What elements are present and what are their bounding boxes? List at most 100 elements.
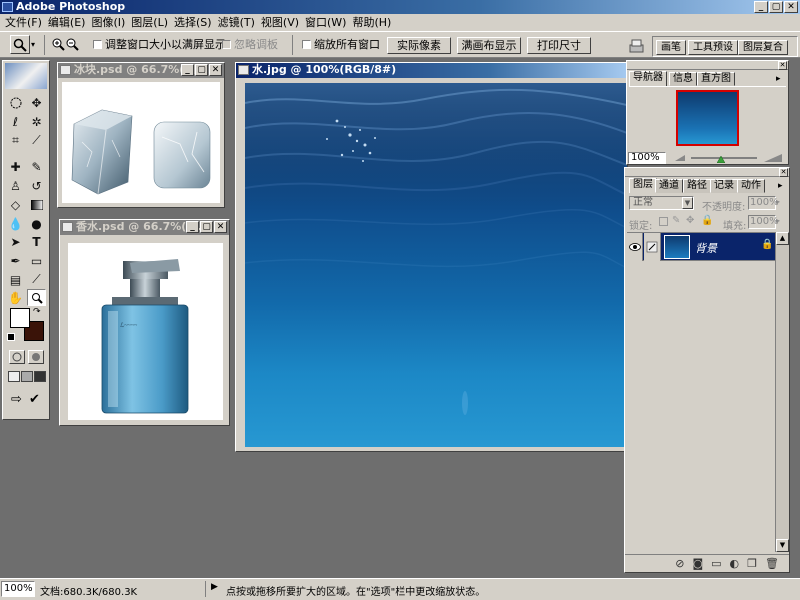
resize-windows-checkbox[interactable]: [93, 40, 102, 49]
menu-layer[interactable]: 图层(L): [128, 15, 171, 30]
status-arrow-icon[interactable]: ▶: [211, 582, 218, 592]
marquee-tool-icon[interactable]: [6, 94, 25, 111]
brush-tool-icon[interactable]: ✎: [27, 158, 46, 175]
zoom-in-large-icon[interactable]: [763, 153, 783, 163]
navigator-zoom-slider[interactable]: [691, 155, 757, 164]
type-tool-icon[interactable]: T: [27, 233, 46, 250]
dodge-tool-icon[interactable]: ●: [27, 215, 46, 232]
layer-row[interactable]: 背景 🔒: [627, 233, 775, 261]
path-selection-icon[interactable]: ➤: [6, 233, 25, 250]
blend-mode-select[interactable]: 正常 ▼: [629, 196, 694, 210]
lock-all-icon[interactable]: 🔒: [701, 215, 713, 226]
lasso-tool-icon[interactable]: ℓ: [6, 113, 25, 130]
adobe-online-logo[interactable]: [5, 63, 47, 89]
menu-image[interactable]: 图像(I): [88, 15, 128, 30]
layer-visibility-eye-icon[interactable]: [627, 233, 643, 261]
tab-history[interactable]: 记录: [710, 179, 738, 193]
panel-menu-arrow-icon[interactable]: ▸: [776, 74, 781, 84]
panel-close-button[interactable]: ✕: [778, 61, 787, 70]
move-tool-icon[interactable]: ✥: [27, 94, 46, 111]
navigator-zoom-slider-knob[interactable]: [716, 153, 726, 164]
navigator-zoom-field[interactable]: 100%: [628, 152, 666, 164]
add-mask-icon[interactable]: ◙: [692, 557, 703, 570]
magic-wand-icon[interactable]: ✲: [27, 113, 46, 130]
swap-colors-icon[interactable]: ↷: [33, 307, 41, 317]
eyedropper-icon[interactable]: ⟋: [27, 271, 46, 288]
document-title-bar[interactable]: 香水.psd @ 66.7%(图... _ ▢ ✕: [60, 220, 229, 235]
document-window-ice[interactable]: 冰块.psd @ 66.7%(图... _ ▢ ✕: [57, 62, 225, 208]
status-doc-size[interactable]: 文档:680.3K/680.3K: [40, 583, 137, 598]
blur-tool-icon[interactable]: 💧: [6, 215, 25, 232]
preset-dropdown-arrow-icon[interactable]: ▾: [31, 40, 39, 50]
status-zoom-field[interactable]: 100%: [1, 581, 35, 597]
shape-tool-icon[interactable]: ▭: [27, 252, 46, 269]
opacity-slider-arrow-icon[interactable]: ▸: [776, 196, 786, 210]
new-layer-icon[interactable]: ❐: [747, 557, 757, 570]
zoom-in-icon[interactable]: [52, 38, 66, 52]
menu-view[interactable]: 视图(V): [258, 15, 302, 30]
lock-pixels-icon[interactable]: ✎: [672, 215, 680, 226]
opacity-field[interactable]: 100%: [748, 196, 779, 210]
new-set-icon[interactable]: ▭: [711, 557, 721, 570]
screen-mode-menus-icon[interactable]: [21, 371, 33, 382]
fill-slider-arrow-icon[interactable]: ▸: [776, 215, 786, 229]
document-maximize-button[interactable]: ▢: [200, 221, 213, 233]
zoom-out-small-icon[interactable]: [673, 153, 687, 163]
tab-navigator[interactable]: 导航器: [629, 71, 667, 86]
crop-tool-icon[interactable]: ⌗: [6, 132, 25, 149]
app-minimize-button[interactable]: _: [754, 1, 768, 13]
delete-layer-icon[interactable]: 🗑: [765, 557, 779, 570]
menu-help[interactable]: 帮助(H): [349, 15, 394, 30]
perfume-canvas[interactable]: ℒ~~~~: [68, 243, 223, 420]
standard-mode-icon[interactable]: [9, 350, 25, 364]
jump-to-imageready-icon[interactable]: ⇨: [11, 392, 22, 407]
eraser-tool-icon[interactable]: ◇: [6, 196, 25, 213]
print-size-button[interactable]: 打印尺寸: [527, 37, 591, 54]
pen-tool-icon[interactable]: ✒: [6, 252, 25, 269]
history-brush-icon[interactable]: ↺: [27, 177, 46, 194]
lock-transparency-icon[interactable]: [659, 217, 668, 226]
dropdown-arrow-icon[interactable]: ▼: [682, 197, 693, 209]
clone-stamp-icon[interactable]: ♙: [6, 177, 25, 194]
ice-canvas[interactable]: [62, 82, 220, 203]
menu-edit[interactable]: 编辑(E): [45, 15, 89, 30]
panel-menu-arrow-icon[interactable]: ▸: [778, 181, 783, 191]
palette-well-tab-tool-presets[interactable]: 工具预设: [688, 40, 738, 55]
adjustment-layer-icon[interactable]: ◐: [730, 557, 740, 570]
tab-channels[interactable]: 通道: [655, 179, 683, 193]
gradient-tool-icon[interactable]: [27, 196, 46, 213]
palette-well-tab-brushes[interactable]: 画笔: [656, 40, 686, 55]
tab-paths[interactable]: 路径: [683, 179, 711, 193]
scroll-down-button[interactable]: ▼: [776, 539, 789, 552]
document-title-bar[interactable]: 冰块.psd @ 66.7%(图... _ ▢ ✕: [58, 63, 224, 78]
edit-in-imageready-icon[interactable]: ✔: [29, 392, 40, 407]
notes-tool-icon[interactable]: ▤: [6, 271, 25, 288]
app-close-button[interactable]: ✕: [784, 1, 798, 13]
screen-mode-standard-icon[interactable]: [8, 371, 20, 382]
panel-grip[interactable]: [627, 61, 788, 70]
slice-tool-icon[interactable]: ⟋: [27, 132, 46, 149]
document-title-bar[interactable]: 水.jpg @ 100%(RGB/8#): [236, 63, 627, 78]
water-canvas[interactable]: [245, 83, 627, 447]
scroll-up-button[interactable]: ▲: [776, 232, 789, 245]
panel-grip[interactable]: [625, 168, 789, 177]
menu-file[interactable]: 文件(F): [2, 15, 45, 30]
menu-window[interactable]: 窗口(W): [302, 15, 349, 30]
fill-field[interactable]: 100%: [748, 215, 779, 229]
healing-brush-icon[interactable]: ✚: [6, 158, 25, 175]
document-minimize-button[interactable]: _: [181, 64, 194, 76]
tab-actions[interactable]: 动作: [737, 179, 765, 193]
screen-mode-full-icon[interactable]: [34, 371, 46, 382]
zoom-out-icon[interactable]: [66, 38, 80, 52]
lock-position-icon[interactable]: ✥: [686, 215, 694, 226]
fit-on-screen-button[interactable]: 满画布显示: [457, 37, 521, 54]
layer-list-scrollbar[interactable]: ▲ ▼: [775, 232, 789, 552]
tool-preset-picker[interactable]: [10, 35, 30, 54]
layer-style-icon[interactable]: ⊘: [675, 557, 684, 570]
menu-filter[interactable]: 滤镜(T): [215, 15, 258, 30]
hand-tool-icon[interactable]: ✋: [6, 289, 25, 306]
document-close-button[interactable]: ✕: [209, 64, 222, 76]
zoom-all-checkbox[interactable]: [302, 40, 311, 49]
actual-pixels-button[interactable]: 实际像素: [387, 37, 451, 54]
zoom-tool-selected-icon[interactable]: [27, 289, 46, 306]
